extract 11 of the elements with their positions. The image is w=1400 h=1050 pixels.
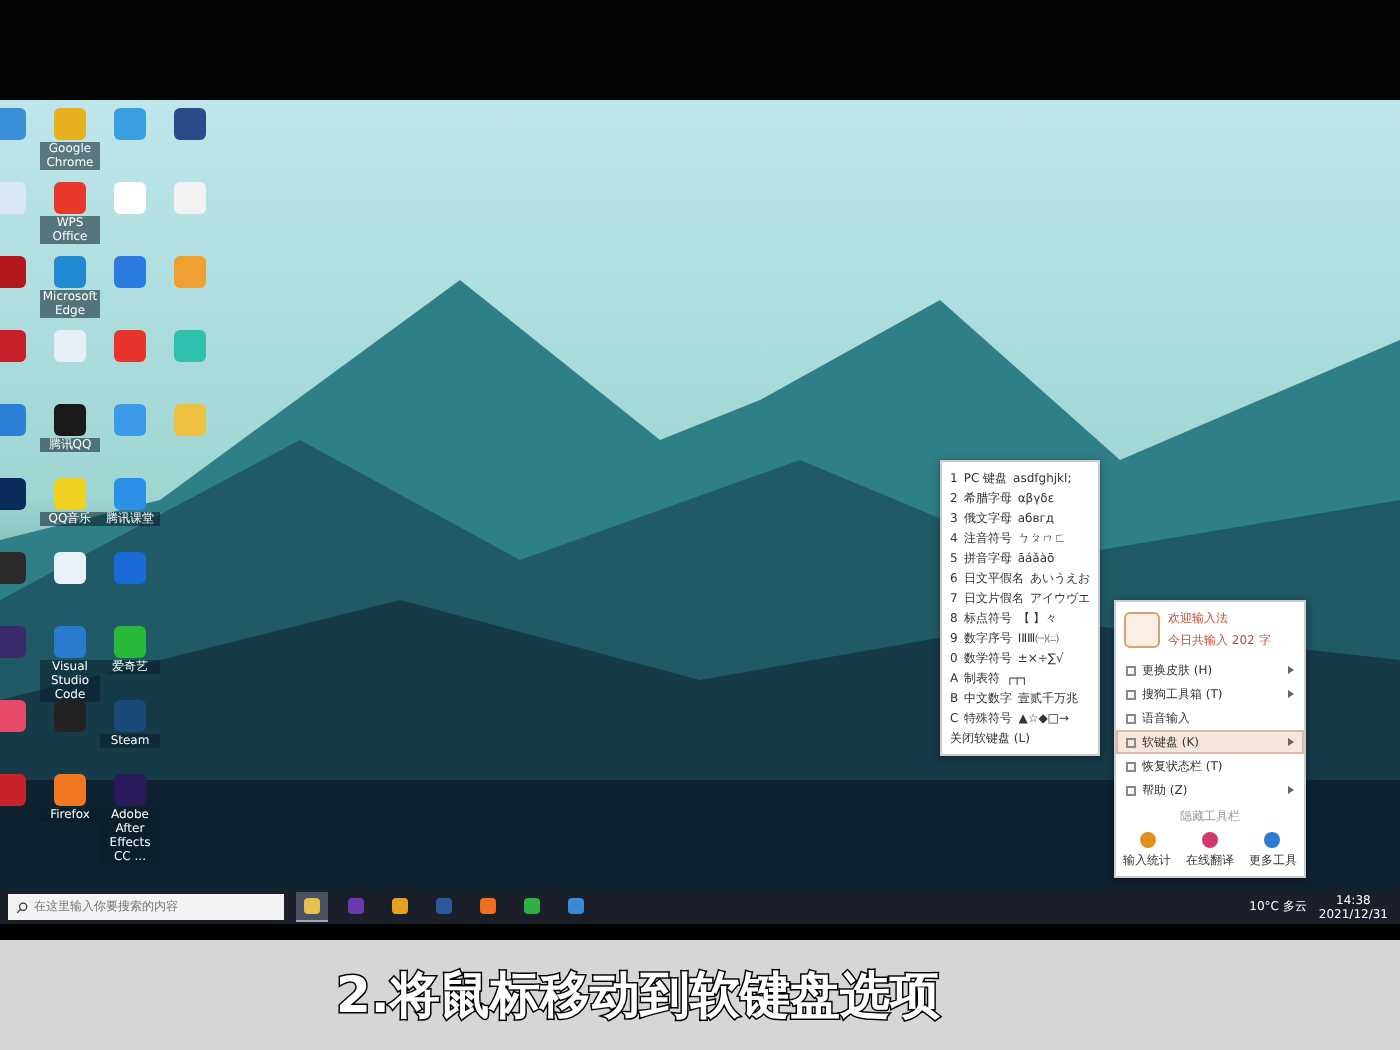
tool-icon[interactable] <box>1264 832 1281 848</box>
app-icon[interactable] <box>54 552 86 584</box>
app-icon[interactable] <box>174 108 206 140</box>
app-icon[interactable] <box>54 404 86 436</box>
search-icon <box>16 902 28 914</box>
taskbar-app[interactable] <box>296 892 328 922</box>
tool-icon[interactable] <box>1201 832 1218 848</box>
subtitle-caption: 2.将鼠标移动到软键盘选项 <box>336 964 940 1028</box>
avatar-icon <box>1124 612 1160 648</box>
tool-icon[interactable] <box>1139 832 1156 848</box>
app-icon[interactable] <box>54 774 86 806</box>
